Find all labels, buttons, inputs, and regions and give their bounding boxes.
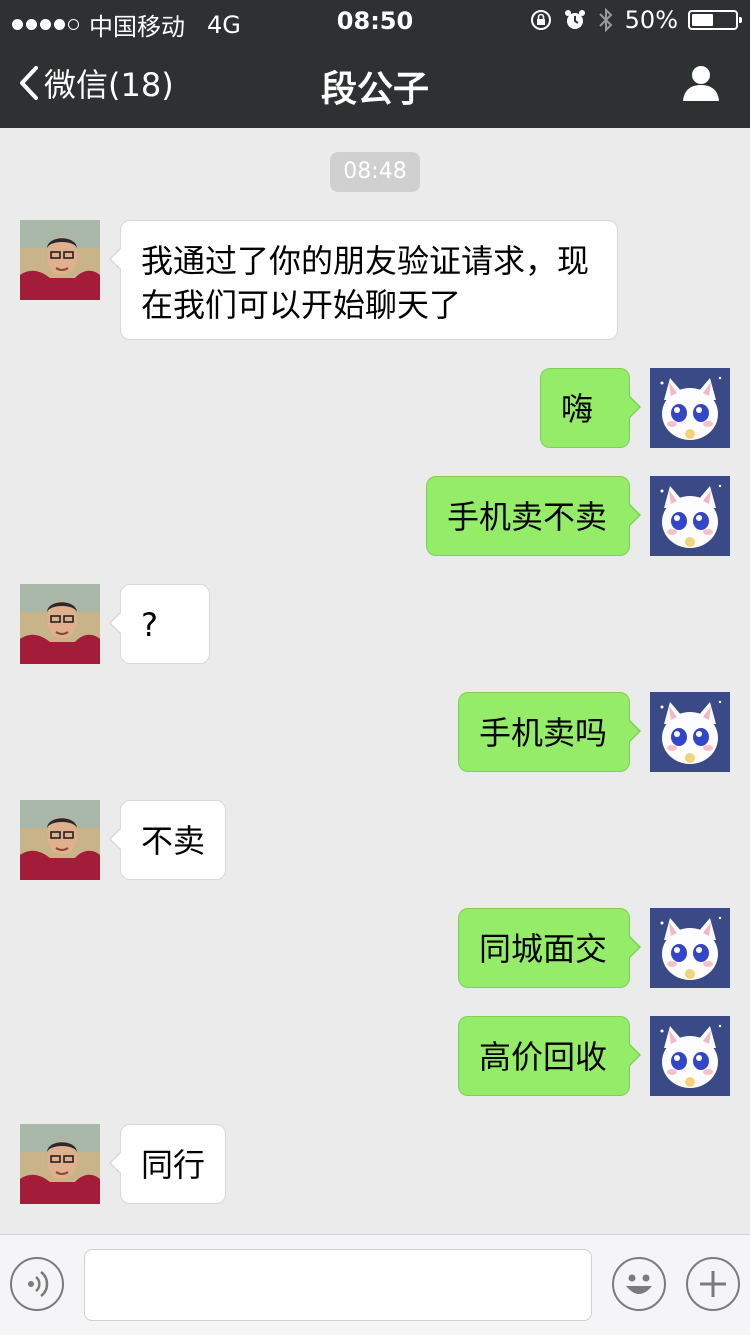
- message-text: 我通过了你的朋友验证请求，现在我们可以开始聊天了: [141, 242, 590, 324]
- message-timestamp: 08:48: [330, 152, 420, 192]
- top-bar: 中国移动 4G 08:50 50% 微信(18) 段公子: [0, 0, 750, 128]
- message-bubble[interactable]: 同行: [109, 1124, 226, 1204]
- battery-icon: [688, 10, 742, 30]
- profile-button[interactable]: [682, 64, 720, 106]
- message-text: 高价回收: [479, 1038, 608, 1076]
- message-text: 不卖: [141, 822, 206, 860]
- emoji-icon: [626, 1274, 652, 1294]
- orientation-lock-icon: [530, 10, 551, 30]
- chat-area[interactable]: 08:48 我通过了你的朋友验证请求，现在我们可以开始聊天了 嗨 手机卖不卖 ?…: [0, 128, 750, 1234]
- message-text: 同城面交: [479, 930, 608, 968]
- my-avatar[interactable]: [650, 368, 730, 448]
- message-text: 同行: [141, 1146, 206, 1184]
- input-bar: [0, 1234, 750, 1335]
- contact-avatar[interactable]: [20, 800, 100, 880]
- chat-title: 段公子: [320, 69, 429, 110]
- message-bubble[interactable]: 嗨: [540, 368, 641, 448]
- message-text: 手机卖吗: [479, 714, 608, 752]
- message-text: 嗨: [561, 390, 594, 428]
- message-bubble[interactable]: 手机卖吗: [458, 692, 641, 772]
- message-text: 手机卖不卖: [447, 498, 608, 536]
- plus-icon: [700, 1271, 726, 1297]
- message-text: ?: [141, 606, 158, 644]
- my-avatar[interactable]: [650, 692, 730, 772]
- my-avatar[interactable]: [650, 1016, 730, 1096]
- person-icon: [683, 66, 719, 101]
- message-bubble[interactable]: 同城面交: [458, 908, 641, 988]
- more-button[interactable]: [686, 1257, 740, 1311]
- emoji-button[interactable]: [612, 1257, 666, 1311]
- message-bubble[interactable]: 我通过了你的朋友验证请求，现在我们可以开始聊天了: [109, 220, 618, 340]
- message-input[interactable]: [84, 1249, 592, 1321]
- alarm-icon: [564, 10, 585, 29]
- contact-avatar[interactable]: [20, 1124, 100, 1204]
- voice-icon: [28, 1271, 49, 1297]
- status-bar: 中国移动 4G 08:50 50%: [0, 0, 750, 41]
- battery-percent: 50%: [624, 6, 678, 34]
- voice-button[interactable]: [10, 1257, 64, 1311]
- message-bubble[interactable]: ?: [109, 584, 210, 664]
- nav-bar: 微信(18) 段公子: [0, 40, 750, 128]
- contact-avatar[interactable]: [20, 584, 100, 664]
- my-avatar[interactable]: [650, 476, 730, 556]
- message-bubble[interactable]: 不卖: [109, 800, 226, 880]
- message-bubble[interactable]: 高价回收: [458, 1016, 641, 1096]
- my-avatar[interactable]: [650, 908, 730, 988]
- contact-avatar[interactable]: [20, 220, 100, 300]
- message-bubble[interactable]: 手机卖不卖: [426, 476, 641, 556]
- bluetooth-icon: [598, 7, 613, 33]
